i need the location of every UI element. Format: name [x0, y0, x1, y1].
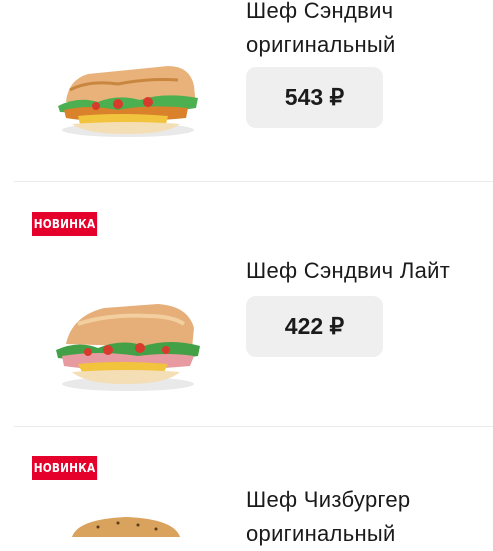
new-badge: НОВИНКА [32, 456, 98, 480]
item-title: Шеф Чизбургер оригинальный [246, 487, 411, 546]
chicken-sandwich-image [58, 66, 198, 137]
price-button[interactable]: 543 ₽ [246, 67, 383, 128]
item-title: Шеф Сэндвич оригинальный [246, 0, 396, 57]
menu-item[interactable]: Шеф Сэндвич оригинальный 543 ₽ [0, 0, 493, 182]
light-sandwich-image [56, 304, 200, 391]
price-button[interactable]: 422 ₽ [246, 296, 383, 357]
item-title: Шеф Сэндвич Лайт [246, 258, 451, 283]
menu-item[interactable]: НОВИНКА Шеф Сэндвич Лайт 422 ₽ [0, 182, 493, 427]
menu-item[interactable]: НОВИНКА Шеф Чизбургер оригинальный [0, 427, 493, 546]
cheeseburger-image [72, 517, 180, 537]
new-badge: НОВИНКА [32, 212, 98, 236]
